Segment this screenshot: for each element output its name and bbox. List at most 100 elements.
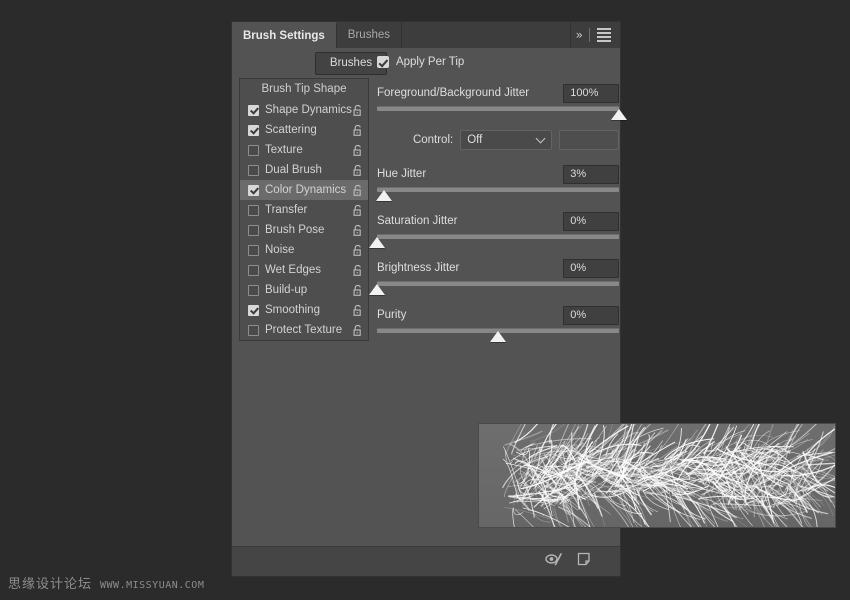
brightness-jitter-track bbox=[377, 281, 619, 286]
unlocked-padlock-icon[interactable] bbox=[352, 244, 364, 257]
purity-label: Purity bbox=[377, 309, 406, 321]
toggle-brush-settings-icon[interactable] bbox=[545, 552, 563, 571]
site-watermark: 思缘设计论坛 WWW.MISSYUAN.COM bbox=[8, 573, 204, 592]
brush-option-checkbox[interactable] bbox=[248, 165, 259, 176]
brush-option-label: Brush Pose bbox=[265, 224, 352, 236]
brush-option-build-up[interactable]: Build-up bbox=[240, 280, 368, 300]
brush-stroke-preview bbox=[478, 423, 836, 528]
purity-thumb[interactable] bbox=[490, 331, 506, 342]
fg-bg-jitter-track bbox=[377, 106, 619, 111]
brush-option-shape-dynamics[interactable]: Shape Dynamics bbox=[240, 100, 368, 120]
brush-option-checkbox[interactable] bbox=[248, 325, 259, 336]
panel-tab-tools: » bbox=[571, 22, 620, 48]
brush-option-wet-edges[interactable]: Wet Edges bbox=[240, 260, 368, 280]
brightness-jitter-slider[interactable] bbox=[377, 281, 619, 298]
apply-per-tip-label: Apply Per Tip bbox=[396, 56, 464, 68]
purity-slider[interactable] bbox=[377, 328, 619, 345]
brush-option-checkbox[interactable] bbox=[248, 205, 259, 216]
hue-jitter-value[interactable]: 3% bbox=[563, 165, 619, 184]
tab-brush-settings-label: Brush Settings bbox=[243, 30, 325, 42]
brush-option-label: Protect Texture bbox=[265, 324, 352, 336]
control-select[interactable]: Off bbox=[460, 130, 552, 150]
brush-option-label: Build-up bbox=[265, 284, 352, 296]
apply-per-tip-row[interactable]: Apply Per Tip bbox=[377, 52, 619, 72]
brush-option-checkbox[interactable] bbox=[248, 225, 259, 236]
purity-row: Purity 0% bbox=[377, 304, 619, 326]
brush-option-checkbox[interactable] bbox=[248, 285, 259, 296]
brush-option-brush-pose[interactable]: Brush Pose bbox=[240, 220, 368, 240]
brightness-jitter-value[interactable]: 0% bbox=[563, 259, 619, 278]
brush-option-label: Dual Brush bbox=[265, 164, 352, 176]
control-label: Control: bbox=[413, 134, 453, 146]
fg-bg-jitter-value[interactable]: 100% bbox=[563, 84, 619, 103]
brush-option-label: Smoothing bbox=[265, 304, 352, 316]
saturation-jitter-track bbox=[377, 234, 619, 239]
panel-bottom-bar bbox=[232, 546, 620, 576]
brush-option-texture[interactable]: Texture bbox=[240, 140, 368, 160]
panel-tab-bar: Brush Settings Brushes » bbox=[232, 22, 620, 48]
brush-option-label: Texture bbox=[265, 144, 352, 156]
brush-option-label: Wet Edges bbox=[265, 264, 352, 276]
brush-option-transfer[interactable]: Transfer bbox=[240, 200, 368, 220]
fg-bg-jitter-label: Foreground/Background Jitter bbox=[377, 87, 529, 99]
saturation-jitter-label: Saturation Jitter bbox=[377, 215, 458, 227]
tool-divider bbox=[589, 28, 590, 42]
unlocked-padlock-icon[interactable] bbox=[352, 184, 364, 197]
apply-per-tip-checkbox[interactable] bbox=[377, 56, 389, 68]
unlocked-padlock-icon[interactable] bbox=[352, 304, 364, 317]
brush-option-checkbox[interactable] bbox=[248, 105, 259, 116]
hamburger-menu-icon[interactable] bbox=[597, 28, 611, 42]
brightness-jitter-thumb[interactable] bbox=[369, 284, 385, 295]
watermark-site-url: WWW.MISSYUAN.COM bbox=[100, 580, 204, 591]
brush-option-checkbox[interactable] bbox=[248, 145, 259, 156]
saturation-jitter-slider[interactable] bbox=[377, 234, 619, 251]
chevron-double-right-icon[interactable]: » bbox=[576, 28, 582, 42]
brush-option-label: Shape Dynamics bbox=[265, 104, 352, 116]
unlocked-padlock-icon[interactable] bbox=[352, 144, 364, 157]
new-brush-preset-icon[interactable] bbox=[577, 552, 592, 572]
brush-settings-panel: Brush Settings Brushes » Brushes Brush T… bbox=[232, 22, 620, 576]
brush-option-label: Noise bbox=[265, 244, 352, 256]
brush-option-checkbox[interactable] bbox=[248, 305, 259, 316]
hue-jitter-slider[interactable] bbox=[377, 187, 619, 204]
hue-jitter-thumb[interactable] bbox=[376, 190, 392, 201]
unlocked-padlock-icon[interactable] bbox=[352, 204, 364, 217]
unlocked-padlock-icon[interactable] bbox=[352, 224, 364, 237]
control-secondary-field[interactable] bbox=[559, 130, 619, 150]
brush-option-dual-brush[interactable]: Dual Brush bbox=[240, 160, 368, 180]
brush-option-noise[interactable]: Noise bbox=[240, 240, 368, 260]
fg-bg-jitter-slider[interactable] bbox=[377, 106, 619, 123]
unlocked-padlock-icon[interactable] bbox=[352, 164, 364, 177]
brush-option-checkbox[interactable] bbox=[248, 185, 259, 196]
tab-bar-spacer bbox=[402, 22, 571, 48]
control-row: Control: Off bbox=[377, 129, 619, 151]
brush-option-label: Color Dynamics bbox=[265, 184, 352, 196]
unlocked-padlock-icon[interactable] bbox=[352, 104, 364, 117]
brush-option-protect-texture[interactable]: Protect Texture bbox=[240, 320, 368, 340]
hue-jitter-row: Hue Jitter 3% bbox=[377, 163, 619, 185]
unlocked-padlock-icon[interactable] bbox=[352, 264, 364, 277]
brush-option-checkbox[interactable] bbox=[248, 125, 259, 136]
brush-option-color-dynamics[interactable]: Color Dynamics bbox=[240, 180, 368, 200]
fg-bg-jitter-row: Foreground/Background Jitter 100% bbox=[377, 82, 619, 104]
fg-bg-jitter-thumb[interactable] bbox=[611, 109, 627, 120]
brightness-jitter-label: Brightness Jitter bbox=[377, 262, 459, 274]
brush-option-checkbox[interactable] bbox=[248, 265, 259, 276]
tab-brush-settings[interactable]: Brush Settings bbox=[232, 22, 337, 48]
brush-option-scattering[interactable]: Scattering bbox=[240, 120, 368, 140]
tab-brushes[interactable]: Brushes bbox=[337, 22, 402, 48]
brush-tip-shape-header[interactable]: Brush Tip Shape bbox=[240, 79, 368, 100]
chevron-down-icon bbox=[536, 134, 546, 144]
hue-jitter-label: Hue Jitter bbox=[377, 168, 426, 180]
brush-option-label: Scattering bbox=[265, 124, 352, 136]
saturation-jitter-value[interactable]: 0% bbox=[563, 212, 619, 231]
unlocked-padlock-icon[interactable] bbox=[352, 124, 364, 137]
brush-option-checkbox[interactable] bbox=[248, 245, 259, 256]
unlocked-padlock-icon[interactable] bbox=[352, 284, 364, 297]
saturation-jitter-thumb[interactable] bbox=[369, 237, 385, 248]
purity-value[interactable]: 0% bbox=[563, 306, 619, 325]
hue-jitter-track bbox=[377, 187, 619, 192]
panel-body: Brush Tip Shape Shape Dynamics Scattering… bbox=[232, 78, 620, 351]
brush-option-smoothing[interactable]: Smoothing bbox=[240, 300, 368, 320]
unlocked-padlock-icon[interactable] bbox=[352, 324, 364, 337]
